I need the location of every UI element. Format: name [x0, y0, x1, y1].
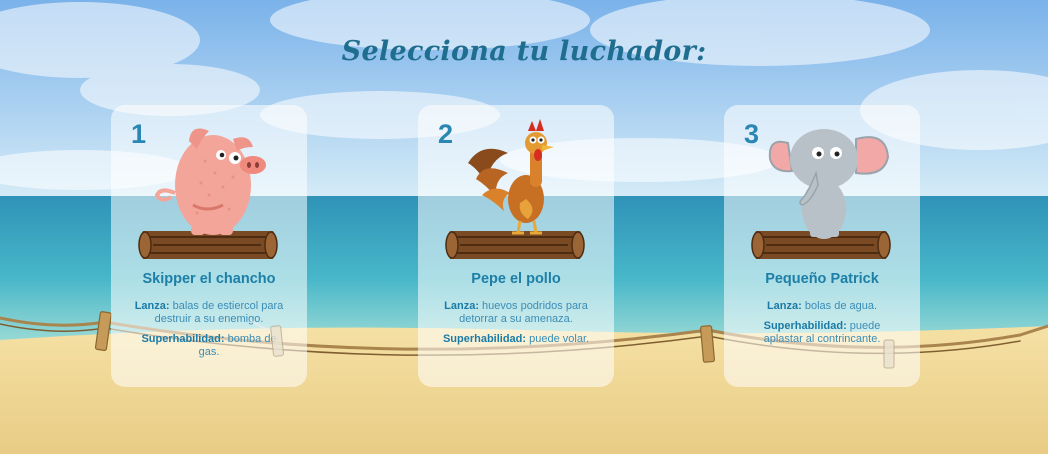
- lance-label: Lanza:: [766, 300, 802, 312]
- fighter-name: Skipper el chancho: [142, 271, 276, 287]
- lance-label: Lanza:: [444, 300, 479, 312]
- fighter-description: Lanza: bolas de agua. Superhabilidad: pu…: [744, 300, 900, 353]
- rooster-icon: [468, 119, 554, 235]
- pig-on-log-illustration: [138, 128, 278, 259]
- fighter-description: Lanza: huevos podridos para detorrar a s…: [438, 300, 594, 353]
- fighter-number: 1: [131, 119, 147, 149]
- log-icon: [445, 231, 585, 259]
- fighter-description: Lanza: balas de estiercol para destruir …: [131, 300, 287, 366]
- super-label: Superhabilidad:: [442, 333, 527, 345]
- lance-label: Lanza:: [134, 300, 170, 312]
- fighter-name: Pepe el pollo: [471, 271, 561, 287]
- fighter-number: 3: [744, 119, 760, 149]
- lance-text: huevos podridos para detorrar a su amena…: [459, 300, 588, 325]
- elephant-on-log-illustration: [751, 129, 891, 259]
- elephant-icon: [768, 129, 890, 239]
- super-text: puede volar.: [529, 333, 590, 345]
- rooster-on-log-illustration: [445, 119, 585, 259]
- super-label: Superhabilidad:: [763, 320, 847, 332]
- fighter-name: Pequeño Patrick: [765, 271, 879, 287]
- fighter-card-pig[interactable]: 1 Skipper el chancho Lanza: balas de est…: [111, 105, 307, 387]
- fighter-number: 2: [438, 119, 454, 149]
- pig-icon: [154, 128, 266, 235]
- lance-text: bolas de agua.: [804, 300, 878, 312]
- fighter-card-elephant[interactable]: 3 Pequeño Patrick Lanza: bolas de agua. …: [724, 105, 920, 387]
- fighter-card-rooster[interactable]: 2 Pepe el pollo Lanza: huevos podridos p…: [418, 105, 614, 387]
- lance-text: balas de estiercol para destruir a su en…: [154, 300, 284, 325]
- super-label: Superhabilidad:: [141, 333, 225, 345]
- log-icon: [138, 231, 278, 259]
- page-title: Selecciona tu luchador:: [341, 36, 707, 67]
